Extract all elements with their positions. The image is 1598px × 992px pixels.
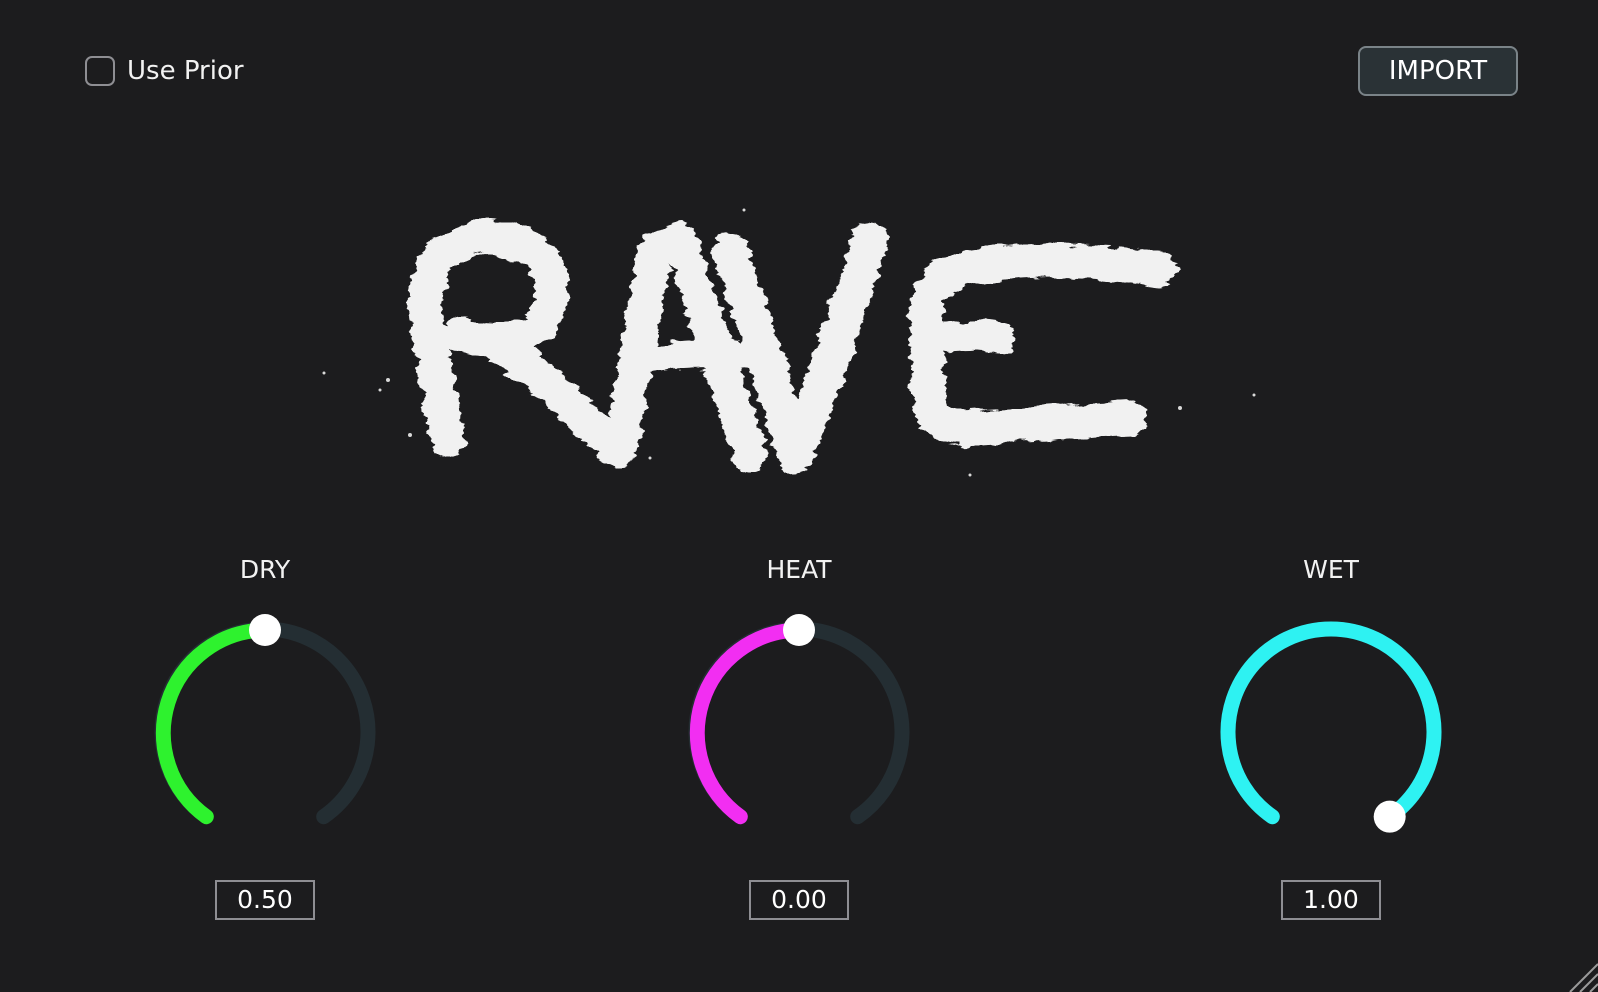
heat-knob-control: HEAT 0.00 [679, 545, 919, 925]
resize-grip-icon[interactable] [1562, 956, 1598, 992]
dry-knob-control: DRY 0.50 [145, 545, 385, 925]
wet-knob[interactable] [1211, 605, 1451, 845]
heat-value-field[interactable]: 0.00 [749, 880, 849, 920]
wet-value-field[interactable]: 1.00 [1281, 880, 1381, 920]
import-button[interactable]: IMPORT [1358, 46, 1518, 96]
heat-label: HEAT [766, 555, 832, 584]
wet-knob-arc [1220, 621, 1442, 825]
heat-knob-thumb[interactable] [783, 614, 815, 646]
dry-knob[interactable] [145, 605, 385, 845]
heat-knob-arc [689, 622, 807, 825]
wet-knob-thumb[interactable] [1373, 800, 1406, 833]
rave-logo [322, 208, 1256, 477]
dry-label: DRY [239, 555, 291, 584]
use-prior-toggle[interactable]: Use Prior [85, 53, 244, 89]
heat-knob[interactable] [679, 605, 919, 845]
dry-value-field[interactable]: 0.50 [215, 880, 315, 920]
dry-knob-arc [155, 622, 273, 825]
use-prior-checkbox[interactable] [85, 56, 115, 86]
wet-label: WET [1303, 555, 1359, 584]
dry-knob-thumb[interactable] [249, 614, 281, 646]
use-prior-label: Use Prior [127, 56, 244, 86]
wet-knob-control: WET 1.00 [1211, 545, 1451, 925]
